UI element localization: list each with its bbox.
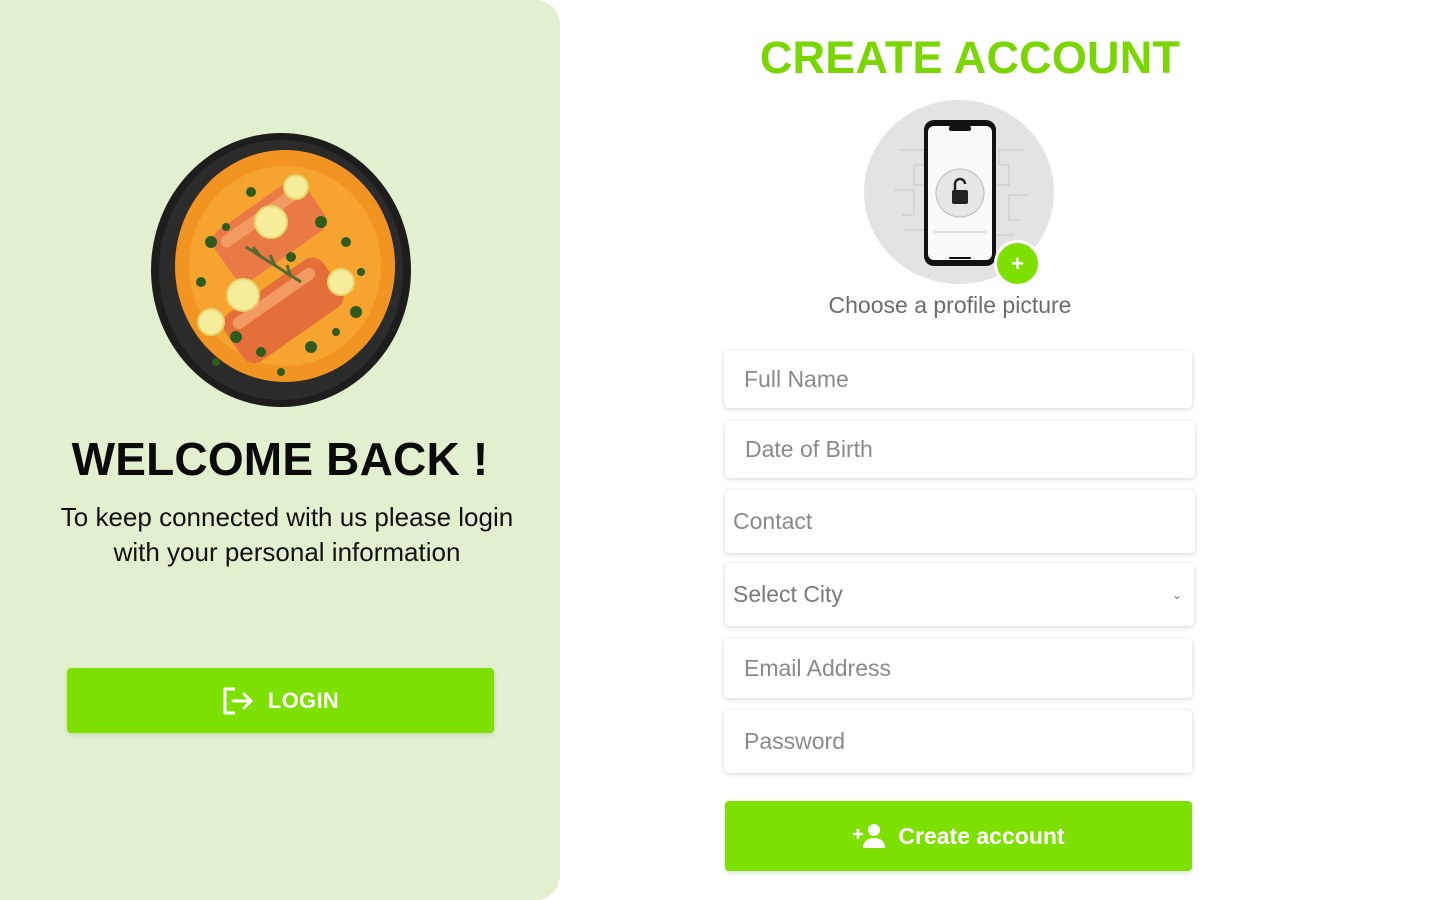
email-input[interactable] xyxy=(744,639,1192,698)
welcome-title: WELCOME BACK ! xyxy=(71,433,489,485)
password-field[interactable] xyxy=(724,710,1192,773)
city-select[interactable]: Select City ⌄ xyxy=(725,563,1194,626)
date-of-birth-field[interactable] xyxy=(725,421,1195,478)
page-title: CREATE ACCOUNT xyxy=(759,32,1181,83)
password-input[interactable] xyxy=(744,710,1192,773)
salmon-dish-image xyxy=(151,133,411,407)
date-of-birth-input[interactable] xyxy=(745,421,1195,478)
welcome-panel: WELCOME BACK ! To keep connected with us… xyxy=(0,0,560,900)
city-select-value: Select City xyxy=(733,581,843,607)
contact-input[interactable] xyxy=(733,490,1195,553)
full-name-input[interactable] xyxy=(744,351,1192,408)
create-account-label: Create account xyxy=(898,822,1065,849)
create-account-button[interactable]: Create account xyxy=(725,801,1192,871)
login-icon xyxy=(223,687,253,714)
chevron-down-icon: ⌄ xyxy=(1171,587,1182,602)
welcome-subtitle-line: with your personal information xyxy=(113,537,461,567)
login-button[interactable]: LOGIN xyxy=(67,668,494,733)
full-name-field[interactable] xyxy=(724,351,1192,408)
login-button-label: LOGIN xyxy=(267,687,340,713)
email-field[interactable] xyxy=(724,639,1192,698)
add-photo-button[interactable]: + xyxy=(994,240,1041,287)
welcome-subtitle: To keep connected with us please login w… xyxy=(40,500,534,570)
contact-field[interactable] xyxy=(725,490,1195,553)
choose-picture-label: Choose a profile picture xyxy=(828,292,1072,318)
welcome-subtitle-line: To keep connected with us please login xyxy=(60,502,514,532)
add-user-icon xyxy=(853,824,886,848)
